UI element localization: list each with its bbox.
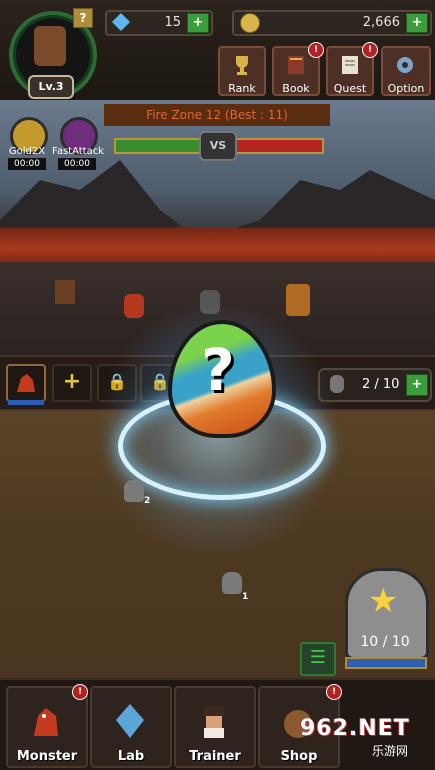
gold2x-label: Gold2X [8, 146, 46, 157]
coin-icon [240, 13, 260, 33]
ground-monster[interactable] [124, 480, 144, 502]
tab-lab-label: Lab [117, 749, 145, 764]
fastattack-timer: 00:00 [58, 158, 96, 170]
fastattack-label: FastAttack [52, 146, 105, 157]
option-button[interactable]: Option [381, 46, 431, 96]
add-gold-button[interactable]: + [406, 13, 428, 33]
shop-alert-icon: ! [326, 684, 342, 700]
scroll-icon [342, 56, 358, 74]
enemy-hp-bar [224, 138, 324, 154]
gem-icon [111, 12, 131, 32]
capacity-count: 2 / 10 [362, 377, 400, 392]
quest-label: Quest [333, 82, 367, 95]
question-mark-icon: ? [201, 336, 235, 404]
slot-progress-bar [8, 400, 44, 405]
dragon-icon [17, 374, 35, 392]
player-avatar [34, 26, 66, 66]
add-gems-button[interactable]: + [187, 13, 209, 33]
tab-monster-label: Monster [16, 749, 78, 764]
trophy-icon [236, 56, 248, 75]
book-label: Book [282, 82, 310, 95]
ground-monster-count: 1 [242, 592, 249, 602]
vs-badge: VS [199, 131, 237, 161]
trainer-sprite [55, 280, 75, 304]
gold2x-timer: 00:00 [8, 158, 46, 170]
storage-progress-bar [345, 657, 427, 669]
list-menu-icon[interactable]: ☰ [300, 642, 336, 676]
dragon-icon [34, 708, 58, 736]
tab-trainer[interactable]: Trainer [174, 686, 256, 768]
site-watermark-sub: 乐游网 [372, 744, 409, 758]
book-alert-icon: ! [308, 42, 324, 58]
tab-shop-label: Shop [280, 749, 318, 764]
gold-count: 2,666 [362, 15, 400, 30]
player-level-badge: Lv.3 [28, 75, 74, 99]
gold-counter: 2,666 + [232, 10, 432, 36]
team-slot-1[interactable] [6, 364, 46, 402]
gem-counter: 15 + [105, 10, 213, 36]
crystal-icon [116, 704, 144, 738]
quest-alert-icon: ! [362, 42, 378, 58]
book-icon [288, 56, 304, 74]
tab-trainer-label: Trainer [189, 749, 241, 764]
monster-alert-icon: ! [72, 684, 88, 700]
gem-count: 15 [164, 15, 181, 30]
gear-icon [397, 57, 413, 73]
help-button[interactable]: ? [73, 8, 93, 28]
star-icon: ★ [368, 581, 399, 621]
zone-title: Fire Zone 12 (Best : 11) [104, 104, 330, 126]
team-slot-add[interactable]: + [52, 364, 92, 402]
tab-lab[interactable]: Lab [90, 686, 172, 768]
ground-monster[interactable] [222, 572, 242, 594]
add-capacity-button[interactable]: + [406, 374, 428, 396]
option-label: Option [387, 82, 425, 95]
rank-button[interactable]: Rank [218, 46, 266, 96]
ground-monster-count: 2 [144, 496, 151, 506]
storage-count: 10 / 10 [360, 634, 410, 650]
trainer-icon [204, 706, 224, 738]
rank-label: Rank [228, 82, 256, 95]
site-watermark: 962.NET [300, 716, 410, 741]
